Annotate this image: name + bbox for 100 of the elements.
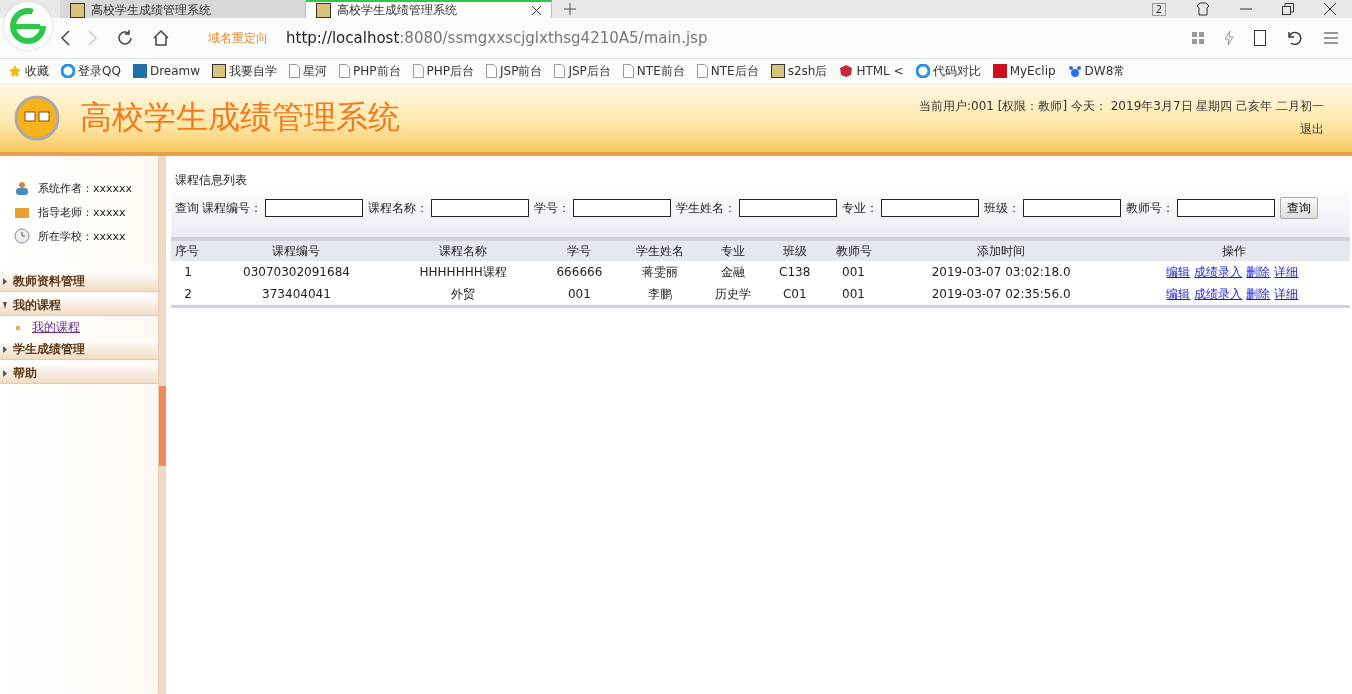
filter-label: 课程名称： bbox=[368, 199, 428, 217]
window-count[interactable]: 2 bbox=[1151, 2, 1166, 16]
filter-field[interactable] bbox=[1023, 199, 1121, 217]
table-cell: C138 bbox=[765, 261, 824, 283]
filter-field[interactable] bbox=[431, 199, 529, 217]
splitter-handle[interactable] bbox=[159, 386, 166, 466]
filter-field[interactable] bbox=[739, 199, 837, 217]
menu-section[interactable]: 我的课程 bbox=[0, 295, 158, 316]
page-icon bbox=[554, 64, 566, 78]
close-icon[interactable] bbox=[1324, 3, 1336, 15]
browser-tab[interactable]: 高校学生成绩管理系统 bbox=[306, 0, 552, 18]
clock-icon bbox=[14, 228, 30, 244]
shirt-icon[interactable] bbox=[1196, 2, 1210, 16]
reload-icon[interactable] bbox=[116, 29, 134, 47]
bookmark[interactable]: NTE后台 bbox=[696, 62, 759, 80]
menu-icon[interactable] bbox=[1324, 32, 1338, 44]
action-link[interactable]: 详细 bbox=[1274, 264, 1299, 279]
table-cell: 03070302091684 bbox=[205, 261, 388, 283]
action-link[interactable]: 成绩录入 bbox=[1194, 286, 1243, 301]
filter-field[interactable] bbox=[265, 199, 363, 217]
site-title: 高校学生成绩管理系统 bbox=[80, 97, 400, 138]
table-cell: 外贸 bbox=[387, 283, 539, 307]
action-link[interactable]: 详细 bbox=[1274, 286, 1299, 301]
page-icon bbox=[486, 64, 498, 78]
table-cell: HHHHHHH课程 bbox=[387, 261, 539, 283]
table-cell: 373404041 bbox=[205, 283, 388, 307]
browser-tab[interactable]: 高校学生成绩管理系统 bbox=[60, 0, 306, 18]
column-header: 班级 bbox=[765, 239, 824, 261]
caret-icon bbox=[3, 301, 7, 309]
info-text: 系统作者：xxxxxx bbox=[38, 180, 133, 196]
back-icon[interactable] bbox=[60, 30, 70, 46]
bookmark[interactable]: 登录QQ bbox=[61, 62, 121, 80]
menu-section[interactable]: 教师资料管理 bbox=[0, 271, 158, 292]
action-link[interactable]: 删除 bbox=[1246, 264, 1271, 279]
info-text: 所在学校：xxxxx bbox=[38, 228, 126, 244]
bookmark[interactable]: DW8常 bbox=[1067, 62, 1126, 80]
table-cell: C01 bbox=[765, 283, 824, 307]
table-cell: 蒋雯丽 bbox=[620, 261, 700, 283]
bookmark[interactable]: 我要自学 bbox=[212, 62, 278, 80]
favicon-icon bbox=[70, 2, 85, 18]
page-icon bbox=[289, 64, 301, 78]
info-text: 指导老师：xxxxx bbox=[38, 204, 126, 220]
lightning-icon[interactable] bbox=[1224, 31, 1234, 45]
logout-link[interactable]: 退出 bbox=[1300, 121, 1324, 138]
table-cell: 2019-03-07 03:02:18.0 bbox=[883, 261, 1119, 283]
bookmark[interactable]: 收藏 bbox=[8, 62, 49, 80]
bookmark[interactable]: HTML < bbox=[839, 64, 904, 78]
favicon-icon bbox=[316, 2, 331, 18]
bookmark[interactable]: JSP前台 bbox=[486, 62, 543, 80]
square-icon bbox=[992, 64, 1007, 78]
home-icon[interactable] bbox=[152, 29, 170, 47]
menu-section[interactable]: 帮助 bbox=[0, 363, 158, 384]
filter-label: 学生姓名： bbox=[676, 199, 736, 217]
bookmark[interactable]: 代码对比 bbox=[915, 62, 981, 80]
table-cell: 金融 bbox=[699, 261, 766, 283]
filter-label: 教师号： bbox=[1126, 199, 1174, 217]
bookmark[interactable]: PHP前台 bbox=[339, 62, 401, 80]
caret-icon bbox=[3, 277, 7, 285]
action-link[interactable]: 编辑 bbox=[1166, 264, 1191, 279]
tablet-icon[interactable] bbox=[1254, 30, 1266, 46]
bookmark[interactable]: JSP后台 bbox=[554, 62, 611, 80]
bookmark[interactable]: Dreamw bbox=[132, 64, 201, 78]
table-cell: 李鹏 bbox=[620, 283, 700, 307]
table-cell: 2019-03-07 02:35:56.0 bbox=[883, 283, 1119, 307]
page-icon bbox=[622, 64, 634, 78]
paw-icon bbox=[1067, 64, 1082, 78]
tab-title: 高校学生成绩管理系统 bbox=[337, 1, 457, 19]
action-link[interactable]: 成绩录入 bbox=[1194, 264, 1243, 279]
menu-link[interactable]: 我的课程 bbox=[32, 319, 80, 336]
page-icon bbox=[339, 64, 351, 78]
bookmark[interactable]: MyEclip bbox=[992, 64, 1056, 78]
shield-icon bbox=[839, 64, 854, 78]
restore-icon[interactable] bbox=[1282, 3, 1294, 15]
grid-icon[interactable] bbox=[1192, 32, 1204, 44]
url-text[interactable]: http://localhost:8080/ssmgxxscjglxthsg4210A5/main.jsp bbox=[286, 29, 708, 47]
bookmark[interactable]: s2sh后 bbox=[770, 62, 828, 80]
close-icon[interactable] bbox=[532, 5, 541, 15]
menu-section[interactable]: 学生成绩管理 bbox=[0, 339, 158, 360]
bookmark[interactable]: PHP后台 bbox=[412, 62, 475, 80]
filter-field[interactable] bbox=[573, 199, 671, 217]
action-link[interactable]: 删除 bbox=[1246, 286, 1271, 301]
column-header: 操作 bbox=[1118, 239, 1350, 261]
image-icon bbox=[212, 64, 227, 78]
filter-field[interactable] bbox=[1177, 199, 1275, 217]
filter-label: 班级： bbox=[984, 199, 1020, 217]
caret-icon bbox=[3, 345, 7, 353]
square-icon bbox=[132, 64, 147, 78]
new-tab-icon[interactable] bbox=[564, 3, 576, 15]
column-header: 专业 bbox=[699, 239, 766, 261]
bookmark[interactable]: 星河 bbox=[289, 62, 328, 80]
bookmark[interactable]: NTE前台 bbox=[622, 62, 685, 80]
tab-title: 高校学生成绩管理系统 bbox=[91, 1, 211, 19]
filter-field[interactable] bbox=[881, 199, 979, 217]
filter-label: 专业： bbox=[842, 199, 878, 217]
search-button[interactable]: 查询 bbox=[1280, 197, 1318, 219]
filter-label: 课程编号： bbox=[202, 199, 262, 217]
image-icon bbox=[770, 64, 785, 78]
action-link[interactable]: 编辑 bbox=[1166, 286, 1191, 301]
table-cell: 001 bbox=[823, 261, 884, 283]
undo-icon[interactable] bbox=[1286, 30, 1304, 46]
